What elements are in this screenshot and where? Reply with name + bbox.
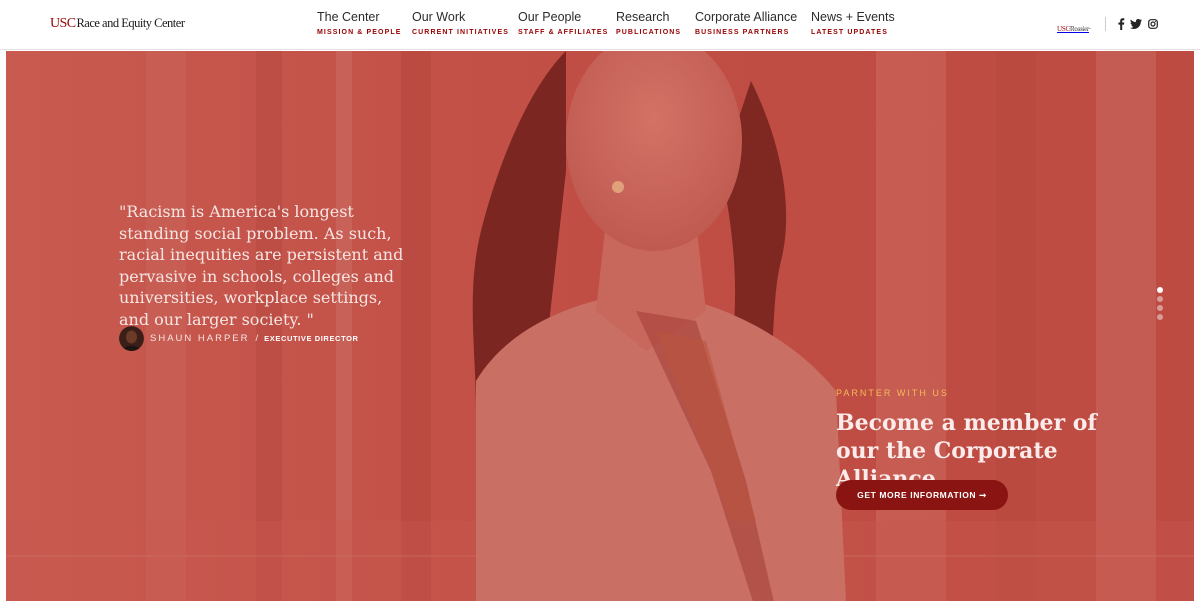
header-divider bbox=[1105, 17, 1106, 31]
hero-section: "Racism is America's longest standing so… bbox=[6, 51, 1194, 601]
nav-item-corporate-alliance[interactable]: Corporate Alliance BUSINESS PARTNERS bbox=[695, 10, 797, 37]
get-more-information-button[interactable]: GET MORE INFORMATION ➞ bbox=[836, 480, 1008, 510]
slide-dot[interactable] bbox=[1157, 314, 1163, 320]
partner-logo-rule bbox=[1069, 28, 1091, 29]
nav-title: Research bbox=[616, 10, 670, 24]
author-avatar bbox=[119, 325, 144, 351]
nav-title: News + Events bbox=[811, 10, 895, 24]
nav-item-the-center[interactable]: The Center MISSION & PEOPLE bbox=[317, 10, 402, 37]
cta-eyebrow: PARNTER WITH US bbox=[836, 388, 949, 398]
facebook-icon[interactable] bbox=[1114, 17, 1128, 31]
nav-item-our-people[interactable]: Our People STAFF & AFFILIATES bbox=[518, 10, 608, 37]
nav-title: Our Work bbox=[412, 10, 466, 24]
nav-title: Corporate Alliance bbox=[695, 10, 798, 24]
nav-subtitle: BUSINESS PARTNERS bbox=[695, 29, 790, 36]
partner-logo-name: Rossier bbox=[1070, 25, 1089, 33]
nav-item-research[interactable]: Research PUBLICATIONS bbox=[616, 10, 681, 37]
site-logo[interactable]: USC Race and Equity Center bbox=[50, 16, 185, 36]
nav-subtitle: STAFF & AFFILIATES bbox=[518, 29, 609, 36]
slider-pagination bbox=[1157, 287, 1163, 321]
slide-dot[interactable] bbox=[1157, 296, 1163, 302]
slide-dot[interactable] bbox=[1157, 305, 1163, 311]
nav-item-our-work[interactable]: Our Work CURRENT INITIATIVES bbox=[412, 10, 509, 37]
nav-item-news-events[interactable]: News + Events LATEST UPDATES bbox=[811, 10, 895, 37]
logo-center-name: Race and Equity Center bbox=[76, 16, 185, 30]
slide-dot[interactable] bbox=[1157, 287, 1163, 293]
nav-title: Our People bbox=[518, 10, 582, 24]
logo-usc-wordmark: USC bbox=[50, 16, 76, 31]
quote-author: SHAUN HARPER / EXECUTIVE DIRECTOR bbox=[119, 325, 359, 351]
nav-subtitle: CURRENT INITIATIVES bbox=[412, 29, 509, 36]
twitter-icon[interactable] bbox=[1129, 17, 1143, 31]
author-separator: / bbox=[255, 332, 259, 344]
nav-subtitle: LATEST UPDATES bbox=[811, 29, 888, 36]
site-header: USC Race and Equity Center The Center MI… bbox=[0, 0, 1200, 50]
partner-logo-usc: USC bbox=[1057, 25, 1071, 33]
nav-subtitle: MISSION & PEOPLE bbox=[317, 29, 402, 36]
author-role: EXECUTIVE DIRECTOR bbox=[264, 333, 359, 343]
instagram-icon[interactable] bbox=[1146, 17, 1160, 31]
usc-rossier-logo[interactable]: USCRossier bbox=[1057, 18, 1091, 33]
nav-subtitle: PUBLICATIONS bbox=[616, 29, 682, 36]
hero-quote: "Racism is America's longest standing so… bbox=[119, 202, 404, 329]
author-name: SHAUN HARPER bbox=[150, 332, 250, 344]
nav-title: The Center bbox=[317, 10, 380, 24]
